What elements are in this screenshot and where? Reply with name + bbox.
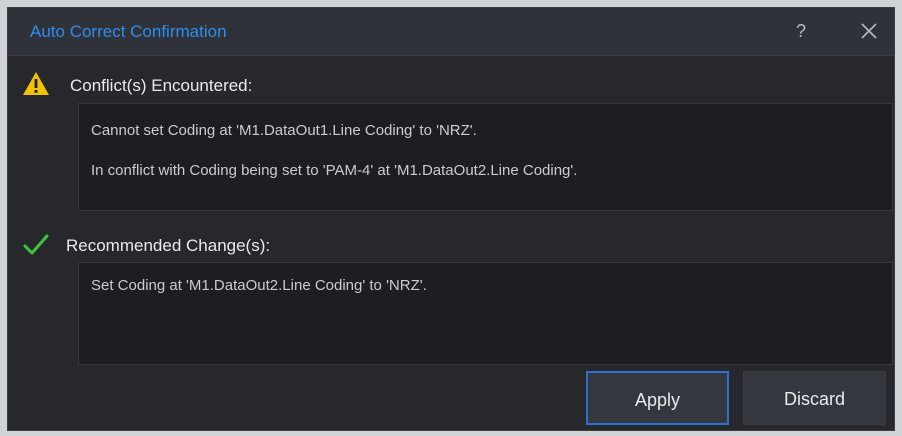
close-button[interactable] — [856, 18, 882, 44]
auto-correct-dialog: Auto Correct Confirmation ? Conflict(s) … — [7, 7, 895, 431]
recommended-line: Set Coding at 'M1.DataOut2.Line Coding' … — [91, 277, 427, 294]
conflict-heading: Conflict(s) Encountered: — [70, 76, 253, 95]
dialog-title: Auto Correct Confirmation — [30, 22, 227, 41]
apply-button[interactable]: Apply — [586, 371, 729, 425]
recommended-section-header: Recommended Change(s): — [8, 230, 894, 260]
dialog-titlebar: Auto Correct Confirmation ? — [8, 8, 894, 56]
conflict-line: Cannot set Coding at 'M1.DataOut1.Line C… — [91, 122, 477, 139]
conflict-section-header: Conflict(s) Encountered: — [8, 70, 894, 100]
conflict-details-box: Cannot set Coding at 'M1.DataOut1.Line C… — [78, 103, 893, 211]
discard-button[interactable]: Discard — [743, 371, 886, 425]
help-button[interactable]: ? — [788, 18, 814, 44]
warning-icon — [23, 72, 49, 95]
recommended-details-box: Set Coding at 'M1.DataOut2.Line Coding' … — [78, 262, 893, 365]
conflict-line: In conflict with Coding being set to 'PA… — [91, 162, 578, 179]
checkmark-icon — [23, 234, 49, 255]
recommended-heading: Recommended Change(s): — [66, 236, 271, 255]
close-icon — [861, 23, 877, 39]
